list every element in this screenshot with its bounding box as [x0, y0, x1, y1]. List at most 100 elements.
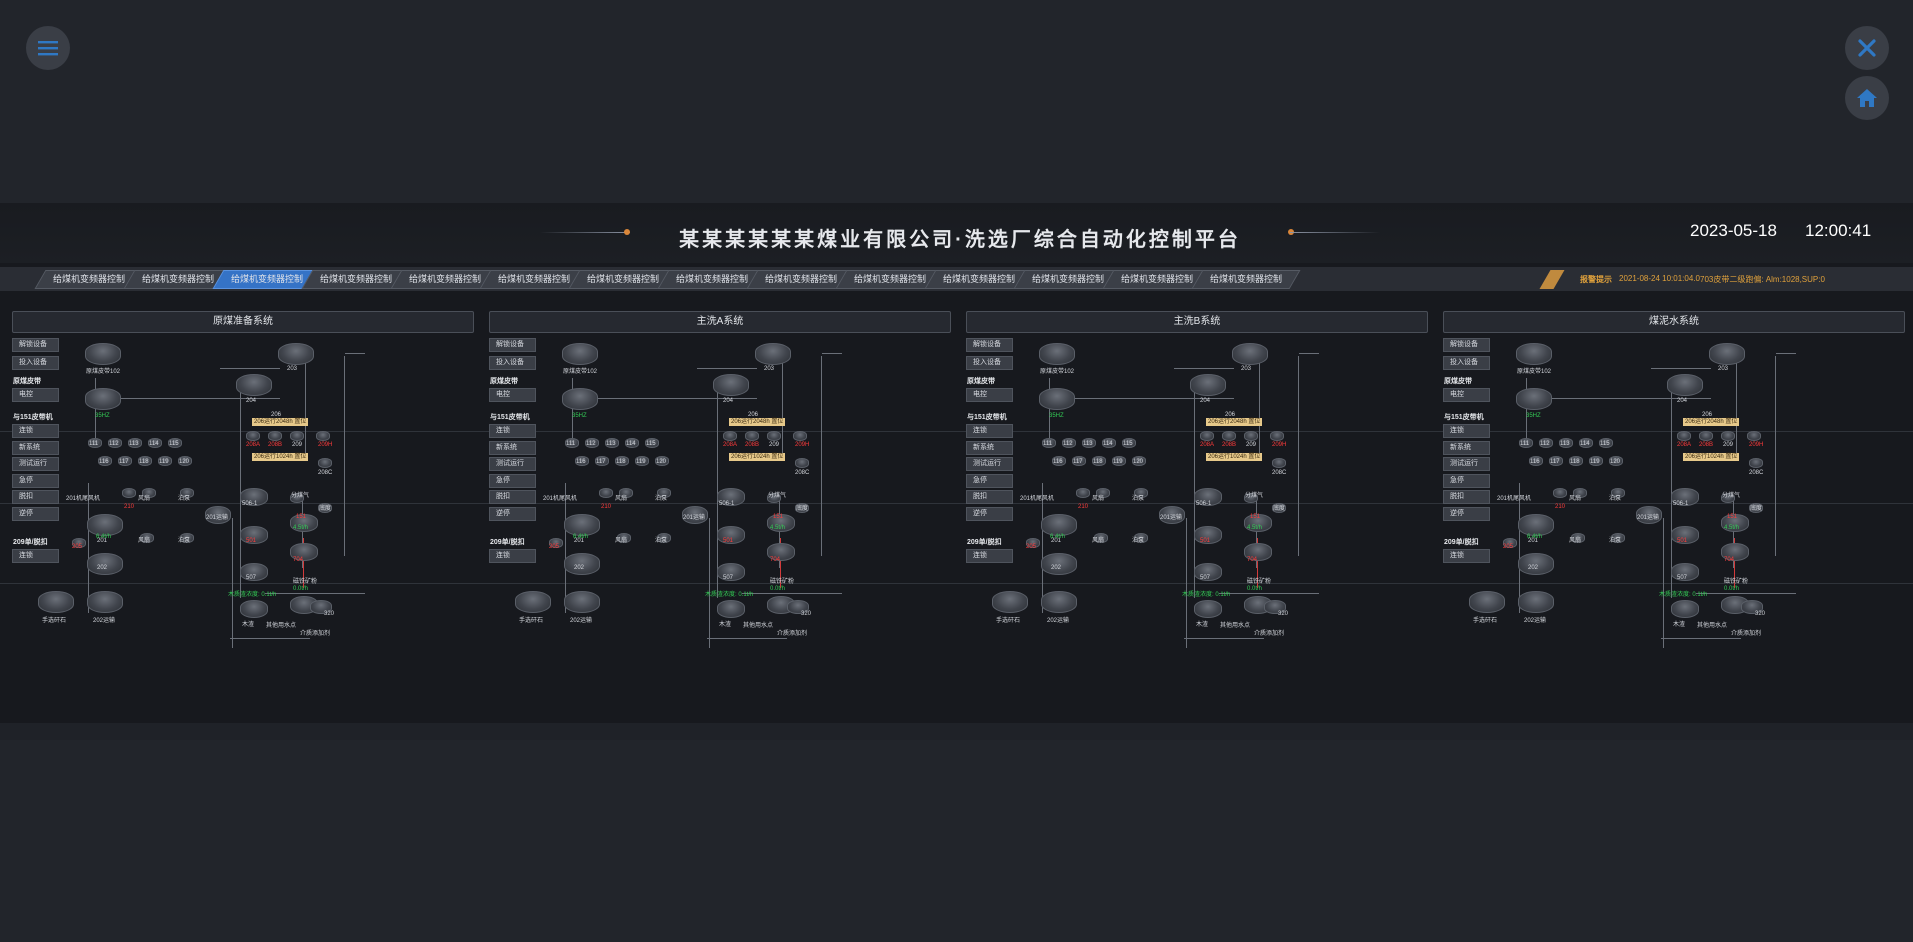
pump-tank[interactable] [599, 488, 613, 498]
unlock-button[interactable]: 解锁设备 [12, 338, 59, 352]
test_run-button[interactable]: 测试运行 [12, 457, 59, 471]
tank-201[interactable] [564, 514, 600, 536]
tank-202[interactable] [1041, 553, 1077, 575]
unlock-button[interactable]: 解锁设备 [489, 338, 536, 352]
tank-204[interactable] [236, 374, 272, 396]
pump-tank[interactable] [767, 431, 781, 441]
tank-204[interactable] [1667, 374, 1703, 396]
pump-tank[interactable] [1200, 431, 1214, 441]
wood-tank[interactable] [717, 600, 745, 618]
tank-202[interactable] [87, 553, 123, 575]
belt-202-tank[interactable] [1518, 591, 1554, 613]
belt-102-tank[interactable] [1039, 343, 1075, 365]
tank-203[interactable] [278, 343, 314, 365]
stone-tank[interactable] [38, 591, 74, 613]
interlock-209-button[interactable]: 连锁 [12, 549, 59, 563]
menu-button[interactable] [26, 26, 70, 70]
interlock-209-button[interactable]: 连锁 [966, 549, 1013, 563]
interlock-button[interactable]: 连锁 [12, 424, 59, 438]
reset-button[interactable]: 脱扣 [489, 490, 536, 504]
interlock-button[interactable]: 连锁 [489, 424, 536, 438]
pump-tank[interactable] [1699, 431, 1713, 441]
inching-button[interactable]: 电控 [1443, 388, 1490, 402]
wood-tank[interactable] [240, 600, 268, 618]
pump-tank[interactable] [1076, 488, 1090, 498]
stone-tank[interactable] [515, 591, 551, 613]
belt-202-tank[interactable] [564, 591, 600, 613]
inching-button[interactable]: 电控 [489, 388, 536, 402]
pump-tank[interactable] [246, 431, 260, 441]
pump-tank[interactable] [318, 458, 332, 468]
pump-tank[interactable] [1270, 431, 1284, 441]
reset-button[interactable]: 脱扣 [12, 490, 59, 504]
pump-tank[interactable] [745, 431, 759, 441]
commission-button[interactable]: 投入设备 [489, 356, 536, 370]
emergency-button[interactable]: 急停 [1443, 473, 1490, 488]
inching-button[interactable]: 电控 [12, 388, 59, 402]
pump-tank[interactable] [1677, 431, 1691, 441]
pump-tank[interactable] [1749, 458, 1763, 468]
tab-feeder-vfd-control[interactable]: 给煤机变频器控制 [1191, 270, 1301, 289]
reset-button[interactable]: 脱扣 [966, 490, 1013, 504]
reverse-button[interactable]: 逆停 [966, 506, 1013, 521]
unlock-button[interactable]: 解锁设备 [966, 338, 1013, 352]
emergency-button[interactable]: 急停 [12, 473, 59, 488]
interlock-button[interactable]: 连锁 [1443, 424, 1490, 438]
pump-tank[interactable] [122, 488, 136, 498]
commission-button[interactable]: 投入设备 [12, 356, 59, 370]
pump-tank[interactable] [1222, 431, 1236, 441]
new_system-button[interactable]: 新系统 [1443, 440, 1490, 455]
reverse-button[interactable]: 逆停 [1443, 506, 1490, 521]
tank-201[interactable] [87, 514, 123, 536]
feeder-tank[interactable] [1516, 388, 1552, 410]
test_run-button[interactable]: 测试运行 [966, 457, 1013, 471]
interlock-209-button[interactable]: 连锁 [489, 549, 536, 563]
close-button[interactable] [1845, 26, 1889, 70]
test_run-button[interactable]: 测试运行 [489, 457, 536, 471]
tank-203[interactable] [1709, 343, 1745, 365]
test_run-button[interactable]: 测试运行 [1443, 457, 1490, 471]
reset-button[interactable]: 脱扣 [1443, 490, 1490, 504]
tank-204[interactable] [713, 374, 749, 396]
unlock-button[interactable]: 解锁设备 [1443, 338, 1490, 352]
tank-204[interactable] [1190, 374, 1226, 396]
tank-203[interactable] [1232, 343, 1268, 365]
reverse-button[interactable]: 逆停 [12, 506, 59, 521]
new_system-button[interactable]: 新系统 [489, 440, 536, 455]
emergency-button[interactable]: 急停 [489, 473, 536, 488]
pump-tank[interactable] [290, 431, 304, 441]
pump-tank[interactable] [723, 431, 737, 441]
pump-tank[interactable] [1244, 431, 1258, 441]
alarm-message[interactable]: 703皮带二级跑偏: Alm:1028,SUP:0 [1700, 274, 1825, 285]
pump-tank[interactable] [793, 431, 807, 441]
pump-tank[interactable] [1553, 488, 1567, 498]
belt-102-tank[interactable] [562, 343, 598, 365]
tank-201[interactable] [1518, 514, 1554, 536]
stone-tank[interactable] [1469, 591, 1505, 613]
pump-tank[interactable] [1721, 431, 1735, 441]
tank-202[interactable] [564, 553, 600, 575]
emergency-button[interactable]: 急停 [966, 473, 1013, 488]
pump-tank[interactable] [268, 431, 282, 441]
feeder-tank[interactable] [85, 388, 121, 410]
belt-102-tank[interactable] [1516, 343, 1552, 365]
new_system-button[interactable]: 新系统 [966, 440, 1013, 455]
feeder-tank[interactable] [562, 388, 598, 410]
belt-202-tank[interactable] [87, 591, 123, 613]
pump-tank[interactable] [795, 458, 809, 468]
home-button[interactable] [1845, 76, 1889, 120]
new_system-button[interactable]: 新系统 [12, 440, 59, 455]
tank-203[interactable] [755, 343, 791, 365]
inching-button[interactable]: 电控 [966, 388, 1013, 402]
belt-102-tank[interactable] [85, 343, 121, 365]
tank-202[interactable] [1518, 553, 1554, 575]
wood-tank[interactable] [1671, 600, 1699, 618]
pump-tank[interactable] [316, 431, 330, 441]
pump-tank[interactable] [1747, 431, 1761, 441]
reverse-button[interactable]: 逆停 [489, 506, 536, 521]
interlock-209-button[interactable]: 连锁 [1443, 549, 1490, 563]
commission-button[interactable]: 投入设备 [966, 356, 1013, 370]
pump-tank[interactable] [1272, 458, 1286, 468]
commission-button[interactable]: 投入设备 [1443, 356, 1490, 370]
belt-202-tank[interactable] [1041, 591, 1077, 613]
